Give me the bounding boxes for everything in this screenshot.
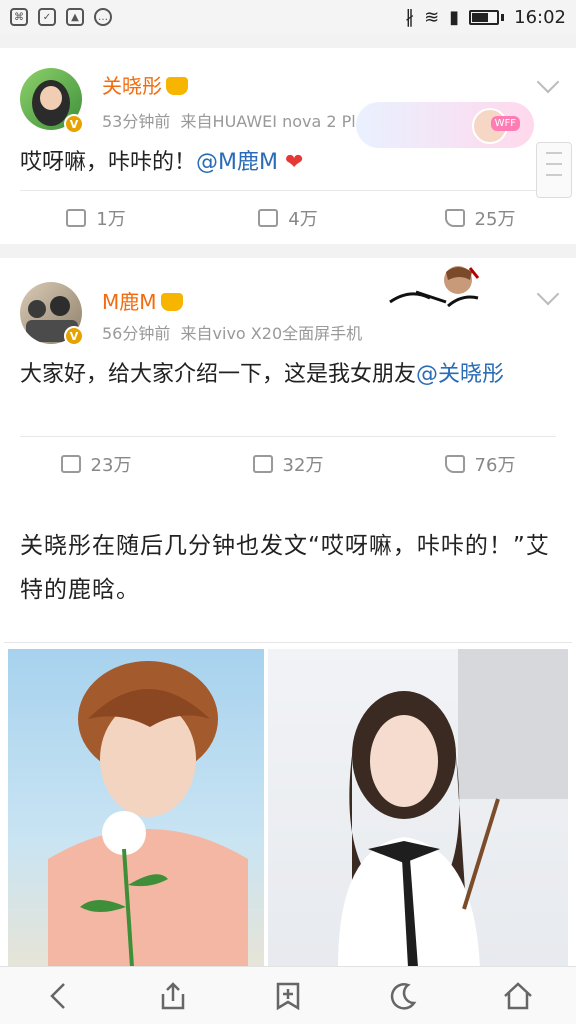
scroll-handle[interactable] (536, 142, 572, 198)
girl-with-paintbrush-image (338, 649, 568, 967)
wifi-icon: ≋ (424, 6, 440, 28)
comment-icon (252, 455, 273, 473)
repost-button[interactable]: 1万 (0, 200, 192, 236)
back-button[interactable] (0, 967, 115, 1024)
photo-left[interactable] (8, 649, 264, 967)
mention-link[interactable]: @关晓彤 (416, 362, 504, 387)
home-icon (504, 981, 533, 1009)
bluetooth-icon: ∦ (405, 6, 415, 28)
vip-crown-icon (160, 293, 183, 311)
feed-gap (0, 244, 576, 258)
repost-icon (66, 209, 87, 227)
bookmark-add-button[interactable] (230, 967, 345, 1024)
share-button[interactable] (115, 967, 230, 1024)
like-button[interactable]: 76万 (384, 446, 576, 482)
post-body: 大家好，给大家介绍一下，这是我女朋友@关晓彤 (20, 362, 505, 387)
thumbs-up-icon (444, 209, 465, 227)
mention-link[interactable]: @M鹿M (196, 150, 278, 175)
comment-button[interactable]: 32万 (192, 446, 384, 482)
post-body: 哎呀嘛，咔咔的！@M鹿M ❤ (20, 150, 304, 175)
post-meta: 56分钟前 来自vivo X20全面屏手机 (102, 324, 363, 343)
back-icon (49, 982, 65, 1009)
photo-right[interactable] (268, 649, 568, 967)
comment-icon (258, 209, 279, 227)
like-button[interactable]: 25万 (384, 200, 576, 236)
post-card[interactable]: V 关晓彤 53分钟前 来自HUAWEI nova 2 Plus WFF 哎呀嘛… (0, 48, 576, 244)
repost-button[interactable]: 23万 (0, 446, 192, 482)
comment-button[interactable]: 4万 (192, 200, 384, 236)
vip-crown-icon (166, 77, 188, 95)
post-meta: 53分钟前 来自HUAWEI nova 2 Plus (102, 112, 375, 131)
heart-icon: ❤ (284, 150, 304, 175)
post-actions: 23万 32万 76万 (0, 446, 576, 482)
username[interactable]: 关晓彤 (102, 70, 188, 99)
chevron-down-icon[interactable] (536, 282, 560, 306)
night-mode-icon (390, 982, 417, 1010)
clock: 16:02 (514, 6, 566, 28)
bookmark-add-icon (276, 982, 300, 1010)
notification-icon: ⌘ (10, 8, 28, 26)
chevron-down-icon[interactable] (536, 70, 560, 94)
photo-collage (4, 642, 572, 967)
card-decoration-banner: WFF (356, 102, 534, 148)
shield-icon: ✓ (38, 8, 56, 26)
home-button[interactable] (461, 967, 576, 1024)
status-bar: ⌘ ✓ ▲ … ∦ ≋ ▮ 16:02 (0, 0, 576, 34)
signature-decoration (389, 266, 480, 308)
battery-icon (469, 9, 500, 25)
bottom-navigation (0, 966, 576, 1024)
article-paragraph: 关晓彤在随后几分钟也发文“哎呀嘛，咔咔的！”艾特的鹿晗。 (20, 533, 550, 603)
divider (20, 190, 556, 191)
post-actions: 1万 4万 25万 (0, 200, 576, 236)
repost-icon (60, 455, 81, 473)
signal-icon: ▮ (449, 6, 460, 28)
username[interactable]: M鹿M (102, 286, 183, 315)
image-icon: ▲ (66, 8, 84, 26)
thumbs-up-icon (444, 455, 465, 473)
message-icon: … (94, 8, 112, 26)
night-mode-button[interactable] (346, 967, 461, 1024)
post-card[interactable]: V M鹿M 56分钟前 来自vivo X20全面屏手机 大家好，给大家介绍一下，… (0, 258, 576, 498)
boy-with-rose-image (48, 661, 248, 967)
verified-badge-icon: V (64, 326, 84, 346)
share-icon (161, 981, 185, 1009)
verified-badge-icon: V (64, 114, 84, 134)
divider (20, 436, 556, 437)
feed-gap (0, 34, 576, 48)
